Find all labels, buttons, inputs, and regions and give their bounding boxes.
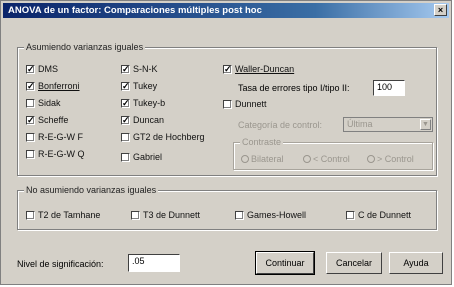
radio-less-than-control-dot[interactable]: [303, 155, 311, 163]
control-category-value: Última: [347, 119, 373, 129]
checkbox-snk-box[interactable]: ✓: [121, 64, 130, 74]
checkbox-gt2-hochberg-box[interactable]: [121, 132, 130, 142]
radio-two-sided-label: Bilateral: [251, 154, 284, 164]
checkbox-regwf[interactable]: R-E-G-W F: [26, 132, 83, 142]
checkbox-dms-box[interactable]: ✓: [26, 64, 35, 74]
checkbox-sidak-box[interactable]: [26, 98, 35, 108]
significance-input[interactable]: .05: [128, 254, 180, 272]
checkbox-dunnett-t3-label: T3 de Dunnett: [143, 210, 201, 220]
error-ratio-input[interactable]: 100: [373, 80, 405, 96]
checkbox-dms[interactable]: ✓ DMS: [26, 64, 58, 74]
checkbox-dunnett-t3[interactable]: T3 de Dunnett: [131, 210, 200, 220]
checkbox-tamhane-t2-box[interactable]: [26, 210, 35, 220]
checkbox-dunnett-t3-box[interactable]: [131, 210, 140, 220]
checkbox-waller-duncan[interactable]: ✓ Waller-Duncan: [223, 64, 294, 74]
checkbox-tukey-b-box[interactable]: ✓: [121, 98, 130, 108]
checkbox-tukey-box[interactable]: ✓: [121, 81, 130, 91]
radio-greater-than-control-label: > Control: [377, 154, 414, 164]
radio-greater-than-control[interactable]: > Control: [367, 154, 414, 164]
radio-less-than-control[interactable]: < Control: [303, 154, 350, 164]
checkbox-scheffe-box[interactable]: ✓: [26, 115, 35, 125]
error-ratio-label: Tasa de errores tipo I/tipo II:: [238, 83, 350, 93]
checkbox-tukey[interactable]: ✓ Tukey: [121, 81, 157, 91]
radio-two-sided[interactable]: Bilateral: [241, 154, 284, 164]
chevron-down-icon[interactable]: ▼: [420, 119, 431, 130]
checkbox-dunnett-box[interactable]: [223, 99, 232, 109]
checkbox-games-howell[interactable]: Games-Howell: [235, 210, 306, 220]
control-category-select[interactable]: Última ▼: [343, 117, 433, 132]
cancel-button[interactable]: Cancelar: [326, 252, 382, 274]
checkbox-dms-label: DMS: [38, 64, 58, 74]
checkbox-sidak[interactable]: Sidak: [26, 98, 61, 108]
checkbox-snk-label: S-N-K: [133, 64, 158, 74]
checkbox-scheffe-label: Scheffe: [38, 115, 69, 125]
radio-less-than-control-label: < Control: [313, 154, 350, 164]
checkbox-gabriel-label: Gabriel: [133, 152, 163, 162]
checkbox-regwq-label: R-E-G-W Q: [38, 149, 85, 159]
checkbox-tamhane-t2[interactable]: T2 de Tamhane: [26, 210, 100, 220]
close-button[interactable]: ×: [434, 4, 447, 16]
checkbox-scheffe[interactable]: ✓ Scheffe: [26, 115, 68, 125]
equal-variances-label: Asumiendo varianzas iguales: [24, 42, 146, 52]
checkbox-regwf-label: R-E-G-W F: [38, 132, 83, 142]
checkbox-dunnett-c-label: C de Dunnett: [358, 210, 412, 220]
control-category-label: Categoría de control:: [238, 120, 323, 130]
checkbox-tukey-b[interactable]: ✓ Tukey-b: [121, 98, 165, 108]
checkbox-gt2-hochberg-label: GT2 de Hochberg: [133, 132, 205, 142]
checkbox-waller-duncan-label: Waller-Duncan: [235, 64, 295, 74]
radio-two-sided-dot[interactable]: [241, 155, 249, 163]
checkbox-regwq[interactable]: R-E-G-W Q: [26, 149, 85, 159]
checkbox-tukey-b-label: Tukey-b: [133, 98, 166, 108]
checkbox-duncan-box[interactable]: ✓: [121, 115, 130, 125]
checkbox-bonferroni[interactable]: ✓ Bonferroni: [26, 81, 80, 91]
checkbox-gabriel[interactable]: Gabriel: [121, 152, 162, 162]
unequal-variances-label: No asumiendo varianzas iguales: [24, 185, 159, 195]
continue-button[interactable]: Continuar: [255, 251, 315, 275]
checkbox-games-howell-label: Games-Howell: [247, 210, 307, 220]
checkbox-sidak-label: Sidak: [38, 98, 61, 108]
checkbox-tukey-label: Tukey: [133, 81, 158, 91]
checkbox-dunnett-label: Dunnett: [235, 99, 267, 109]
checkbox-bonferroni-box[interactable]: ✓: [26, 81, 35, 91]
checkbox-tamhane-t2-label: T2 de Tamhane: [38, 210, 101, 220]
checkbox-duncan[interactable]: ✓ Duncan: [121, 115, 164, 125]
checkbox-snk[interactable]: ✓ S-N-K: [121, 64, 158, 74]
checkbox-bonferroni-label: Bonferroni: [38, 81, 80, 91]
help-button[interactable]: Ayuda: [389, 252, 443, 274]
post-hoc-dialog: ANOVA de un factor: Comparaciones múltip…: [0, 0, 452, 285]
checkbox-dunnett[interactable]: Dunnett: [223, 99, 267, 109]
checkbox-games-howell-box[interactable]: [235, 210, 244, 220]
checkbox-dunnett-c[interactable]: C de Dunnett: [346, 210, 411, 220]
checkbox-gt2-hochberg[interactable]: GT2 de Hochberg: [121, 132, 205, 142]
checkbox-duncan-label: Duncan: [133, 115, 165, 125]
significance-label: Nivel de significación:: [17, 259, 104, 269]
test-group-label: Contraste: [240, 137, 284, 147]
checkbox-waller-duncan-box[interactable]: ✓: [223, 64, 232, 74]
checkbox-regwf-box[interactable]: [26, 132, 35, 142]
title-bar: ANOVA de un factor: Comparaciones múltip…: [3, 3, 449, 18]
checkbox-regwq-box[interactable]: [26, 149, 35, 159]
window-title: ANOVA de un factor: Comparaciones múltip…: [8, 5, 262, 16]
checkbox-gabriel-box[interactable]: [121, 152, 130, 162]
radio-greater-than-control-dot[interactable]: [367, 155, 375, 163]
checkbox-dunnett-c-box[interactable]: [346, 210, 355, 220]
